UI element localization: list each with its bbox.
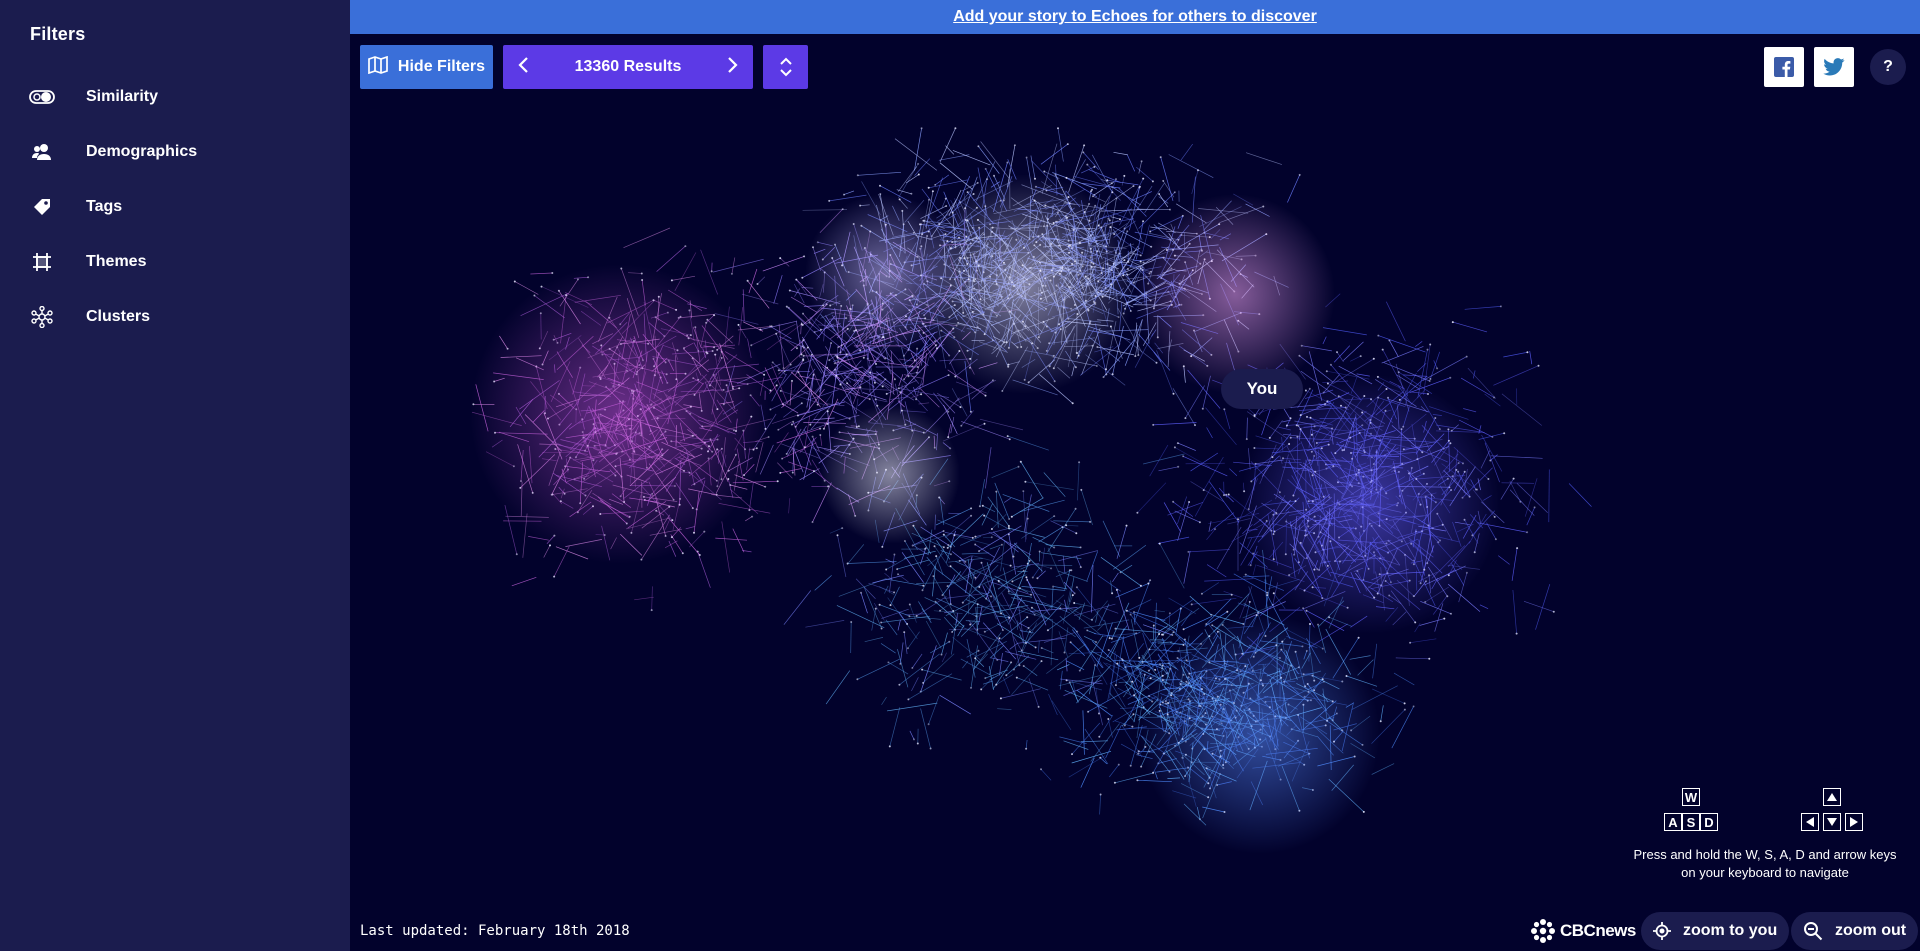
- results-pager: 13360 Results: [503, 45, 753, 89]
- cbc-gem-icon: [1531, 919, 1555, 943]
- navigation-hint: Press and hold the W, S, A, D and arrow …: [1633, 847, 1897, 880]
- arrow-down-icon: [1827, 818, 1837, 826]
- sidebar-item-label: Tags: [86, 198, 123, 215]
- sidebar-item-tags[interactable]: Tags: [28, 189, 328, 225]
- arrow-up-icon: [1827, 793, 1837, 801]
- tag-icon: [28, 195, 56, 219]
- people-icon: [28, 140, 56, 164]
- facebook-share-button[interactable]: [1764, 47, 1804, 87]
- cbc-news-logo[interactable]: CBCnews: [1530, 918, 1636, 944]
- arrow-right-key: [1845, 813, 1863, 831]
- zoom-to-you-button[interactable]: zoom to you: [1641, 912, 1790, 950]
- brand-wordmark: CBCnews: [1560, 921, 1636, 940]
- sidebar-item-label: Clusters: [86, 308, 151, 325]
- top-banner: Add your story to Echoes for others to d…: [350, 0, 1920, 34]
- zoom-to-you-label: zoom to you: [1683, 922, 1778, 939]
- you-marker[interactable]: You: [1221, 369, 1303, 409]
- facebook-icon: [1774, 57, 1794, 77]
- results-count: 13360 Results: [574, 58, 682, 75]
- help-button[interactable]: ?: [1870, 49, 1906, 85]
- arrow-left-icon: [1806, 817, 1814, 827]
- sidebar-item-themes[interactable]: Themes: [28, 244, 328, 280]
- next-result-button[interactable]: [727, 56, 739, 79]
- key-a: A: [1664, 813, 1682, 831]
- map-icon: [368, 55, 388, 79]
- question-icon: ?: [1883, 58, 1893, 75]
- expand-collapse-button[interactable]: [763, 45, 808, 89]
- twitter-share-button[interactable]: [1814, 47, 1854, 87]
- twitter-icon: [1823, 58, 1845, 76]
- key-w: W: [1682, 788, 1700, 806]
- chevron-up-down-icon: [779, 57, 792, 77]
- previous-result-button[interactable]: [517, 56, 529, 79]
- arrow-left-key: [1801, 813, 1819, 831]
- key-d: D: [1700, 813, 1718, 831]
- key-s: S: [1682, 813, 1700, 831]
- zoom-out-icon: [1804, 922, 1823, 941]
- you-label: You: [1246, 379, 1278, 398]
- zoom-out-button[interactable]: zoom out: [1791, 912, 1919, 950]
- sidebar-item-demographics[interactable]: Demographics: [28, 134, 328, 170]
- hide-filters-label: Hide Filters: [397, 58, 486, 75]
- frame-icon: [28, 250, 56, 274]
- sidebar-item-clusters[interactable]: Clusters: [28, 299, 328, 335]
- filters-sidebar: Filters Similarity Demographics Tags The…: [0, 0, 350, 951]
- target-icon: [1653, 922, 1671, 940]
- chevron-left-icon: [518, 56, 528, 73]
- arrow-right-icon: [1850, 817, 1858, 827]
- add-story-link[interactable]: Add your story to Echoes for others to d…: [953, 8, 1317, 26]
- cluster-icon: [28, 305, 56, 329]
- sidebar-item-label: Themes: [86, 253, 147, 270]
- sidebar-item-label: Demographics: [86, 143, 198, 160]
- arrow-down-key: [1823, 813, 1841, 831]
- chevron-right-icon: [728, 56, 738, 73]
- sidebar-item-similarity[interactable]: Similarity: [28, 79, 328, 115]
- sidebar-title: Filters: [30, 24, 86, 44]
- sidebar-item-label: Similarity: [86, 88, 159, 105]
- hide-filters-button[interactable]: Hide Filters: [360, 45, 493, 89]
- zoom-out-label: zoom out: [1835, 922, 1907, 939]
- last-updated-text: Last updated: February 18th 2018: [360, 923, 630, 939]
- toggle-icon: [28, 85, 56, 109]
- arrow-up-key: [1823, 788, 1841, 806]
